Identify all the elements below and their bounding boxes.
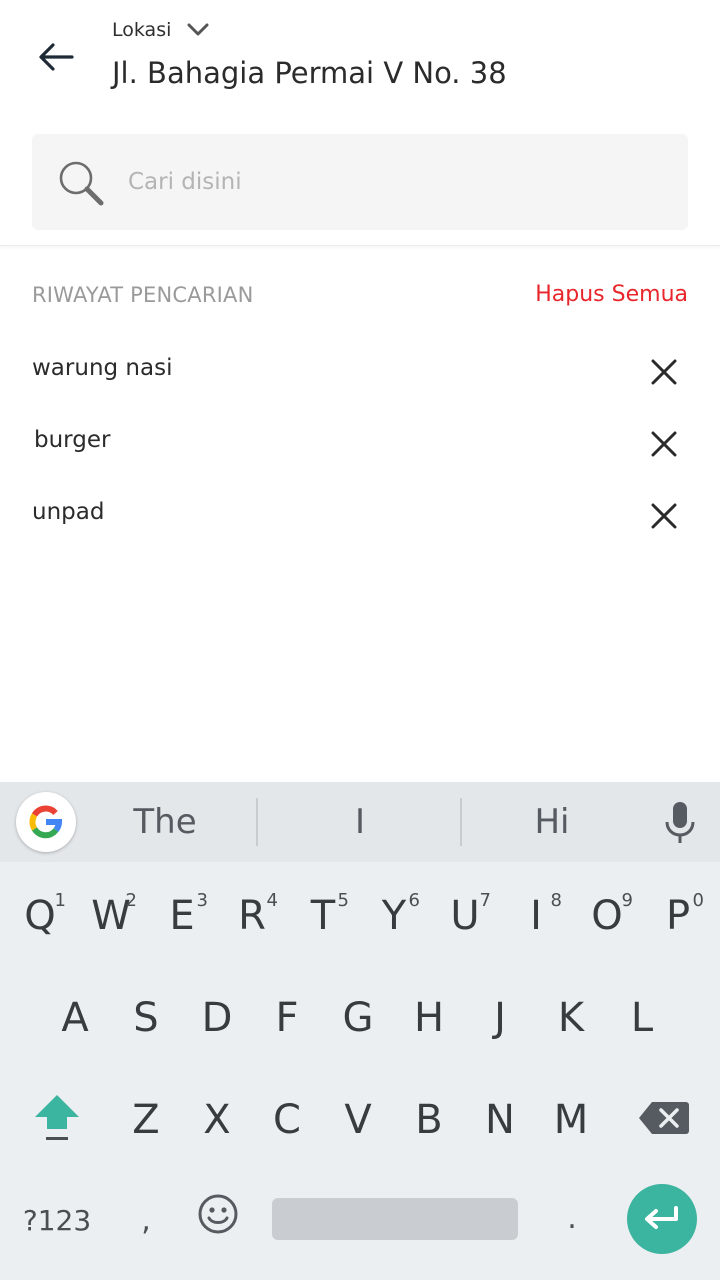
clear-all-button[interactable]: Hapus Semua: [535, 282, 688, 307]
close-icon: [651, 431, 677, 457]
header: Lokasi Jl. Bahagia Permai V No. 38: [0, 0, 720, 246]
key-q[interactable]: Q1: [10, 876, 70, 956]
symbols-key[interactable]: ?123: [18, 1182, 96, 1258]
key-d[interactable]: D: [187, 978, 247, 1058]
location-address[interactable]: Jl. Bahagia Permai V No. 38: [112, 56, 507, 90]
shift-key[interactable]: [24, 1078, 90, 1158]
remove-history-button[interactable]: [644, 496, 684, 536]
search-history-title: RIWAYAT PENCARIAN: [32, 282, 254, 307]
backspace-key[interactable]: [634, 1082, 694, 1154]
key-y[interactable]: Y6: [364, 876, 424, 956]
back-button[interactable]: [30, 36, 82, 78]
suggestion-item[interactable]: The: [80, 782, 250, 862]
smiley-icon: [198, 1194, 238, 1234]
key-hint: 8: [550, 890, 562, 911]
key-c[interactable]: C: [257, 1080, 317, 1160]
key-j[interactable]: J: [470, 978, 530, 1058]
key-h[interactable]: H: [399, 978, 459, 1058]
search-icon: [59, 161, 104, 206]
key-label: U: [450, 893, 480, 939]
backspace-icon: [639, 1102, 689, 1134]
key-i[interactable]: I8: [506, 876, 566, 956]
history-item[interactable]: burger: [32, 408, 688, 480]
key-w[interactable]: W2: [81, 876, 141, 956]
key-hint: 9: [621, 890, 633, 911]
location-selector[interactable]: Lokasi: [112, 18, 211, 42]
history-item[interactable]: warung nasi: [32, 336, 688, 408]
key-label: P: [665, 893, 691, 939]
enter-arrow-icon: [645, 1206, 678, 1229]
close-icon: [651, 359, 677, 385]
remove-history-button[interactable]: [644, 424, 684, 464]
close-icon: [651, 503, 677, 529]
suggestion-item[interactable]: I: [262, 782, 458, 862]
key-hint: 0: [692, 890, 704, 911]
key-n[interactable]: N: [470, 1080, 530, 1160]
key-label: Q: [24, 893, 56, 939]
suggestion-bar: The I Hi: [0, 782, 720, 862]
search-history-header: RIWAYAT PENCARIAN Hapus Semua: [32, 282, 688, 307]
key-hint: 4: [266, 890, 278, 911]
key-a[interactable]: A: [45, 978, 105, 1058]
key-z[interactable]: Z: [116, 1080, 176, 1160]
period-key[interactable]: .: [552, 1180, 592, 1256]
key-label: E: [169, 893, 195, 939]
location-label: Lokasi: [112, 19, 172, 41]
key-g[interactable]: G: [328, 978, 388, 1058]
key-b[interactable]: B: [399, 1080, 459, 1160]
key-k[interactable]: K: [541, 978, 601, 1058]
suggestion-divider: [256, 798, 258, 846]
history-item-label: burger: [34, 427, 111, 453]
google-button[interactable]: [16, 792, 76, 852]
key-label: O: [591, 893, 623, 939]
enter-key[interactable]: [627, 1184, 697, 1254]
soft-keyboard: The I Hi Q1 W2 E3 R4 T5 Y6 U7 I8 O9 P0 A…: [0, 782, 720, 1280]
key-o[interactable]: O9: [577, 876, 637, 956]
suggestion-item[interactable]: Hi: [464, 782, 640, 862]
key-hint: 1: [54, 890, 66, 911]
key-x[interactable]: X: [187, 1080, 247, 1160]
key-label: R: [238, 893, 266, 939]
suggestion-divider: [460, 798, 462, 846]
space-key[interactable]: [272, 1198, 518, 1240]
key-hint: 7: [479, 890, 491, 911]
key-r[interactable]: R4: [222, 876, 282, 956]
key-hint: 5: [337, 890, 349, 911]
key-f[interactable]: F: [257, 978, 317, 1058]
google-g-icon: [29, 805, 63, 839]
microphone-icon[interactable]: [660, 800, 700, 846]
history-item-label: warung nasi: [32, 355, 173, 381]
arrow-left-icon: [39, 43, 74, 71]
key-label: I: [530, 893, 542, 939]
key-v[interactable]: V: [328, 1080, 388, 1160]
key-hint: 2: [125, 890, 137, 911]
remove-history-button[interactable]: [644, 352, 684, 392]
key-s[interactable]: S: [116, 978, 176, 1058]
history-item[interactable]: unpad: [32, 480, 688, 552]
key-t[interactable]: T5: [293, 876, 353, 956]
history-item-label: unpad: [32, 499, 105, 525]
key-hint: 3: [196, 890, 208, 911]
search-input[interactable]: [128, 156, 668, 208]
key-l[interactable]: L: [612, 978, 672, 1058]
key-e[interactable]: E3: [152, 876, 212, 956]
key-label: T: [310, 893, 336, 939]
search-history-list: warung nasi burger unpad: [32, 336, 688, 552]
key-m[interactable]: M: [541, 1080, 601, 1160]
search-bar[interactable]: [32, 134, 688, 230]
key-p[interactable]: P0: [648, 876, 708, 956]
emoji-key[interactable]: [188, 1178, 248, 1250]
comma-key[interactable]: ,: [126, 1182, 166, 1258]
key-label: Y: [381, 893, 407, 939]
chevron-down-icon: [187, 18, 211, 42]
key-u[interactable]: U7: [435, 876, 495, 956]
key-hint: 6: [408, 890, 420, 911]
shift-arrow-icon: [35, 1095, 79, 1140]
